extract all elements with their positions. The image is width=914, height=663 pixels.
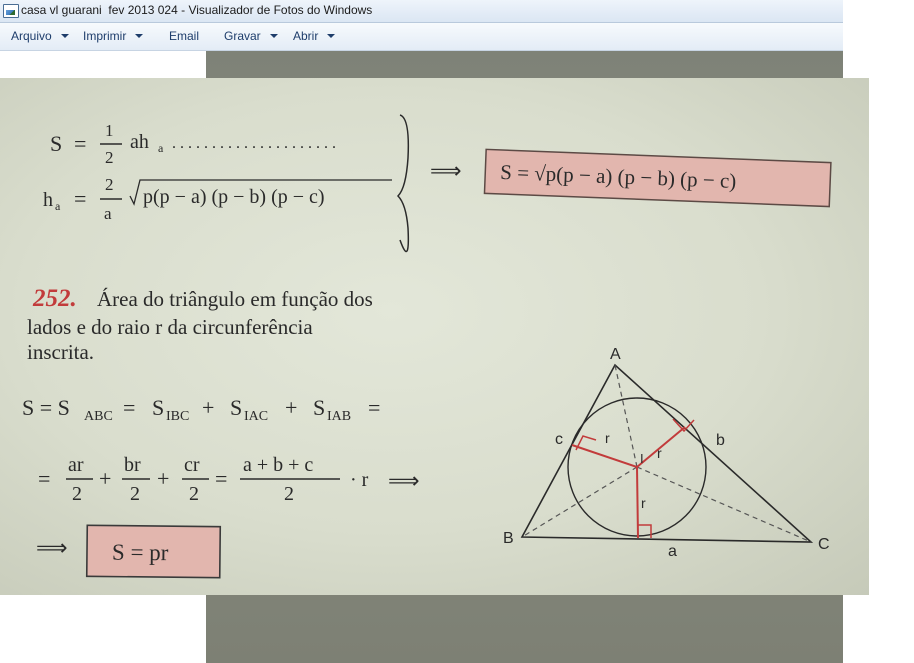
formula-den-a: a — [104, 204, 112, 223]
side-b: b — [716, 432, 725, 449]
menu-imprimir[interactable]: Imprimir — [83, 29, 144, 43]
vertex-c: C — [818, 536, 830, 553]
radius-a — [636, 466, 639, 539]
eq2-eq: = — [215, 466, 227, 491]
section-number: 252. — [32, 285, 77, 312]
bisector-a — [614, 364, 638, 468]
displayed-photo: S = 1 2 ah a . . . . . . . . . . . . . .… — [0, 78, 869, 595]
brace — [396, 114, 410, 253]
bisector-b — [521, 466, 638, 538]
section-heading-line3: inscrita. — [27, 340, 94, 364]
eq2-f2-den: 2 — [130, 483, 140, 505]
radius-label-1: r — [605, 430, 610, 446]
eq2-plus2: + — [157, 466, 169, 491]
radius-c — [571, 444, 638, 468]
chevron-down-icon — [60, 33, 69, 38]
formula-dots: . . . . . . . . . . . . . . . . . . . . … — [172, 135, 336, 152]
image-viewport[interactable]: S = 1 2 ah a . . . . . . . . . . . . . .… — [0, 51, 914, 663]
formula-h-eq: = — [74, 186, 86, 211]
incenter-label: I — [640, 451, 644, 466]
formula-num2: 2 — [105, 175, 114, 194]
section-heading-line2: lados e do raio r da circunferência — [27, 315, 313, 339]
result-text: S = pr — [112, 540, 169, 566]
menu-gravar-label: Gravar — [224, 29, 261, 43]
menu-imprimir-label: Imprimir — [83, 29, 127, 43]
formula-radicand: p(p − a) (p − b) (p − c) — [143, 186, 325, 208]
formula-num1: 1 — [105, 121, 114, 140]
eq2-tail: · r — [350, 469, 369, 491]
menu-email-label: Email — [169, 29, 200, 43]
eq1-plus1: + — [202, 395, 214, 420]
eq1-sub-abc: ABC — [84, 409, 113, 424]
eq1-sub-iab: IAB — [327, 409, 351, 424]
radius-label-3: r — [641, 495, 646, 511]
chevron-down-icon — [327, 33, 336, 38]
eq1-lhs: S = S — [22, 395, 70, 420]
eq1-s1: S — [152, 395, 164, 420]
radius-label-2: r — [657, 445, 662, 461]
eq2-f4-num: a + b + c — [243, 454, 313, 476]
title-bar: casa vl guarani fev 2013 024 - Visualiza… — [0, 0, 843, 23]
eq1-plus2: + — [285, 395, 297, 420]
eq2-f1-num: ar — [68, 454, 84, 476]
formula-h: h — [43, 189, 53, 211]
menu-gravar[interactable]: Gravar — [224, 29, 278, 43]
side-a: a — [668, 543, 677, 560]
result-box: S = pr — [85, 524, 222, 579]
photo-content: S = 1 2 ah a . . . . . . . . . . . . . .… — [22, 114, 832, 579]
eq2-implies: ⟹ — [388, 468, 420, 493]
menu-arquivo[interactable]: Arquivo — [11, 29, 69, 43]
formula-s: S — [50, 131, 62, 156]
eq1-s3: S — [313, 395, 325, 420]
incircle-diagram: A B C c b a I r r r — [503, 346, 830, 560]
eq2-f2-num: br — [124, 454, 141, 476]
menu-abrir-label: Abrir — [293, 29, 319, 43]
boxed-formula-top: S = √p(p − a) (p − b) (p − c) — [483, 148, 832, 208]
eq2-f3-num: cr — [184, 454, 200, 476]
formula-h-sub: a — [55, 199, 61, 213]
section-heading-line1: Área do triângulo em função dos — [97, 287, 373, 311]
formula-eq: = — [74, 131, 86, 156]
formula-sub-a: a — [158, 141, 164, 155]
side-c: c — [555, 431, 563, 448]
eq1-s2: S — [230, 395, 242, 420]
photo-viewer-icon — [3, 4, 19, 18]
eq2-plus1: + — [99, 466, 111, 491]
vertex-a: A — [610, 346, 621, 363]
menu-arquivo-label: Arquivo — [11, 29, 52, 43]
eq2-lead: = — [38, 466, 50, 491]
implies-top: ⟹ — [430, 158, 462, 183]
eq2-f3-den: 2 — [189, 483, 199, 505]
eq2-f1-den: 2 — [72, 483, 82, 505]
eq1-sub-iac: IAC — [244, 409, 268, 424]
eq1-sub-ibc: IBC — [166, 409, 189, 424]
triangle — [520, 363, 814, 543]
menu-abrir[interactable]: Abrir — [293, 29, 336, 43]
formula-den2: 2 — [105, 148, 114, 167]
eq1-eq2: = — [368, 395, 380, 420]
chevron-down-icon — [269, 33, 278, 38]
window-title: casa vl guarani fev 2013 024 - Visualiza… — [21, 3, 373, 17]
menu-email[interactable]: Email — [169, 29, 199, 43]
eq2-f4-den: 2 — [284, 483, 294, 505]
result-implies: ⟹ — [36, 535, 68, 560]
chevron-down-icon — [135, 33, 144, 38]
menu-bar: Arquivo Imprimir Email Gravar Abrir — [0, 23, 843, 51]
vertex-b: B — [503, 530, 514, 547]
eq1-eq: = — [123, 395, 135, 420]
formula-ah: ah — [130, 131, 149, 153]
